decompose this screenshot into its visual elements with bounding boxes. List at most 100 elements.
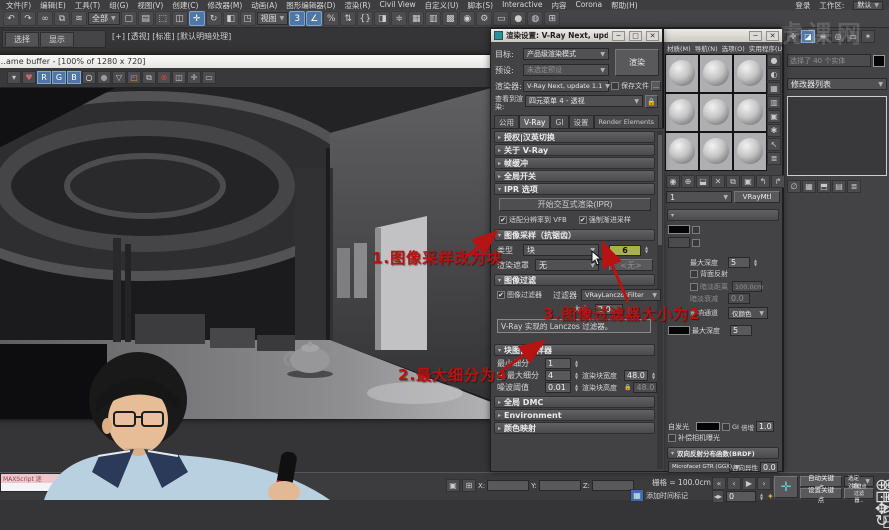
material-sample-slot[interactable]	[665, 93, 699, 132]
material-sample-slot[interactable]	[665, 54, 699, 93]
coord-y-field[interactable]	[538, 480, 581, 491]
backlight-icon[interactable]: ◐	[767, 68, 781, 81]
noise-threshold-field[interactable]: 0.01	[545, 382, 571, 393]
menu-customize[interactable]: 自定义(U)	[425, 0, 459, 11]
rollout-frame-buffer[interactable]: ▸ 帧缓冲	[494, 157, 655, 169]
select-and-rotate-icon[interactable]: ↻	[205, 11, 222, 26]
explorer-tab-select[interactable]: 选择	[5, 32, 39, 46]
tab-render-elements[interactable]: Render Elements	[593, 115, 660, 128]
target-dropdown[interactable]: 产品级渲染模式 ▼	[523, 48, 609, 60]
zoom-all-icon[interactable]: ⊛	[882, 475, 889, 494]
menu-modifiers[interactable]: 修改器(M)	[207, 0, 242, 11]
tab-gi[interactable]: GI	[550, 115, 569, 128]
reset-map-icon[interactable]: ✕	[711, 175, 725, 188]
explorer-tab-display[interactable]: 显示	[40, 32, 74, 46]
vfb-white-level-icon[interactable]: ○	[82, 71, 96, 84]
bucket-width-field[interactable]: 48.0	[624, 370, 648, 381]
min-shading-rate-field[interactable]: 6	[609, 244, 641, 256]
make-unique-icon[interactable]: ⬒	[817, 180, 831, 193]
refract-color-swatch[interactable]	[668, 326, 690, 335]
pivot-center-icon[interactable]: ◳	[239, 11, 256, 26]
modifier-list-dropdown[interactable]: 修改器列表 ▼	[787, 78, 887, 90]
time-tag-icon[interactable]: ▦	[630, 489, 644, 502]
rollout-authorization[interactable]: ▸ 授权|汉英切换	[494, 131, 655, 143]
render-mask-none-button[interactable]: <无>	[609, 259, 653, 271]
key-filters-button[interactable]: 关键点过滤器...	[844, 484, 874, 504]
reflect-map-checkbox[interactable]	[692, 225, 700, 234]
back-reflect-checkbox[interactable]	[690, 270, 698, 278]
rollout-bucket-image-sampler[interactable]: ▾ 块图像采样器	[494, 344, 655, 356]
menu-scripting[interactable]: 脚本(S)	[467, 0, 493, 11]
menu-civil-view[interactable]: Civil View	[379, 0, 415, 11]
workspace-dropdown[interactable]: 默认 ▼	[853, 0, 883, 10]
video-color-check-icon[interactable]: ▣	[767, 110, 781, 123]
rollout-environment[interactable]: ▸ Environment	[494, 409, 655, 421]
vfb-region-render-icon[interactable]: ▭	[202, 71, 216, 84]
select-and-scale-icon[interactable]: ◧	[222, 11, 239, 26]
select-and-link-icon[interactable]: ∞	[37, 11, 53, 26]
bucket-height-field[interactable]: 48.0	[633, 382, 658, 393]
dim-distance-field[interactable]: 100.0cm	[732, 281, 764, 292]
assign-to-selection-icon[interactable]: ⬓	[696, 175, 710, 188]
material-sample-slot[interactable]	[665, 132, 699, 171]
listener-macro-line[interactable]: MAXScript 迷	[1, 474, 105, 483]
zoom-extents-icon[interactable]: ⊡	[875, 487, 888, 506]
vfb-track-mouse-icon[interactable]: ✛	[187, 71, 201, 84]
render-setup-icon[interactable]: ⚙	[476, 11, 493, 26]
object-name-field[interactable]: 选择了 40 个实体	[787, 54, 871, 67]
material-editor-title-bar[interactable]: ─ ✕	[664, 29, 782, 42]
min-subdivs-spinner[interactable]: ▲ ▼	[573, 358, 580, 369]
modifier-stack-listbox[interactable]	[787, 96, 887, 176]
select-object-icon[interactable]: ▢	[120, 11, 137, 26]
fit-resolution-checkbox[interactable]: ✔	[499, 216, 507, 224]
scene-explorer-icon[interactable]: ▦	[408, 11, 425, 26]
mirror-icon[interactable]: ◨	[374, 11, 391, 26]
dim-falloff-field[interactable]: 0.0	[728, 293, 750, 304]
vfb-load-image-icon[interactable]: ◰	[127, 71, 141, 84]
next-key-icon[interactable]: ›	[757, 477, 771, 490]
put-to-scene-icon[interactable]: ⊕	[681, 175, 695, 188]
menu-create[interactable]: 创建(C)	[172, 0, 198, 11]
max-subdivs-field[interactable]: 4	[545, 370, 571, 381]
tab-vray[interactable]: V-Ray	[519, 115, 551, 128]
reflect-color-swatch[interactable]	[668, 225, 690, 234]
renderer-dropdown[interactable]: V-Ray Next, update 1.1 ▼	[523, 80, 610, 92]
vfb-gray-level-icon[interactable]: ●	[97, 71, 111, 84]
coord-z-field[interactable]	[592, 480, 635, 491]
listener-script-line[interactable]	[1, 483, 105, 491]
pin-stack-icon[interactable]: ∅	[787, 180, 801, 193]
align-icon[interactable]: ≑	[391, 11, 408, 26]
percent-snap-icon[interactable]: %	[323, 11, 340, 26]
preset-dropdown[interactable]: 未选定预设 ▼	[523, 64, 609, 76]
max-depth-field[interactable]: 5	[728, 257, 750, 268]
start-ipr-button[interactable]: 开始交互式渲染(IPR)	[499, 198, 651, 211]
brdf-rollout-header[interactable]: ▾ 双向反射分布函数(BRDF)	[667, 447, 779, 459]
vfb-title-bar[interactable]: …ame buffer - [100% of 1280 x 720]	[0, 55, 491, 68]
rectangular-selection-region-icon[interactable]: ⬚	[154, 11, 171, 26]
compensate-exposure-checkbox[interactable]	[668, 434, 676, 442]
save-file-checkbox[interactable]	[611, 82, 619, 90]
bucket-height-lock-icon[interactable]: 🔒	[624, 384, 631, 391]
menu-graph-editors[interactable]: 图形编辑器(D)	[286, 0, 335, 11]
snaps-toggle-icon[interactable]: 3	[289, 11, 306, 26]
spinner-snap-icon[interactable]: ⇅	[340, 11, 357, 26]
select-and-move-icon[interactable]: ✛	[188, 11, 205, 26]
open-in-viewport-icon[interactable]: ⊞	[544, 11, 561, 26]
cp-tab-hierarchy-icon[interactable]: ≡	[816, 30, 830, 43]
zoom-icon[interactable]: ⊕	[875, 475, 888, 494]
image-filter-checkbox[interactable]: ✔	[497, 291, 505, 299]
render-button[interactable]: 渲染	[615, 49, 659, 76]
go-to-start-icon[interactable]: «	[712, 477, 726, 490]
selfillum-mult-field[interactable]: 1.0	[755, 421, 774, 432]
max-subdivs-spinner[interactable]: ▲ ▼	[573, 370, 580, 381]
vfb-menu-caret-icon[interactable]: ▾	[7, 71, 21, 84]
rollout-global-dmc[interactable]: ▸ 全局 DMC	[494, 396, 655, 408]
noise-threshold-spinner[interactable]: ▲ ▼	[573, 382, 580, 393]
rendered-frame-window-icon[interactable]: ▭	[493, 11, 510, 26]
go-to-parent-icon[interactable]: ↰	[756, 175, 770, 188]
remove-modifier-icon[interactable]: ▤	[832, 180, 846, 193]
vfb-red-channel-icon[interactable]: R	[37, 71, 51, 84]
set-key-button[interactable]: 设置关键点	[800, 487, 842, 504]
self-illumination-swatch[interactable]	[696, 422, 720, 431]
selection-lock-toggle-icon[interactable]: ▣	[446, 479, 460, 492]
